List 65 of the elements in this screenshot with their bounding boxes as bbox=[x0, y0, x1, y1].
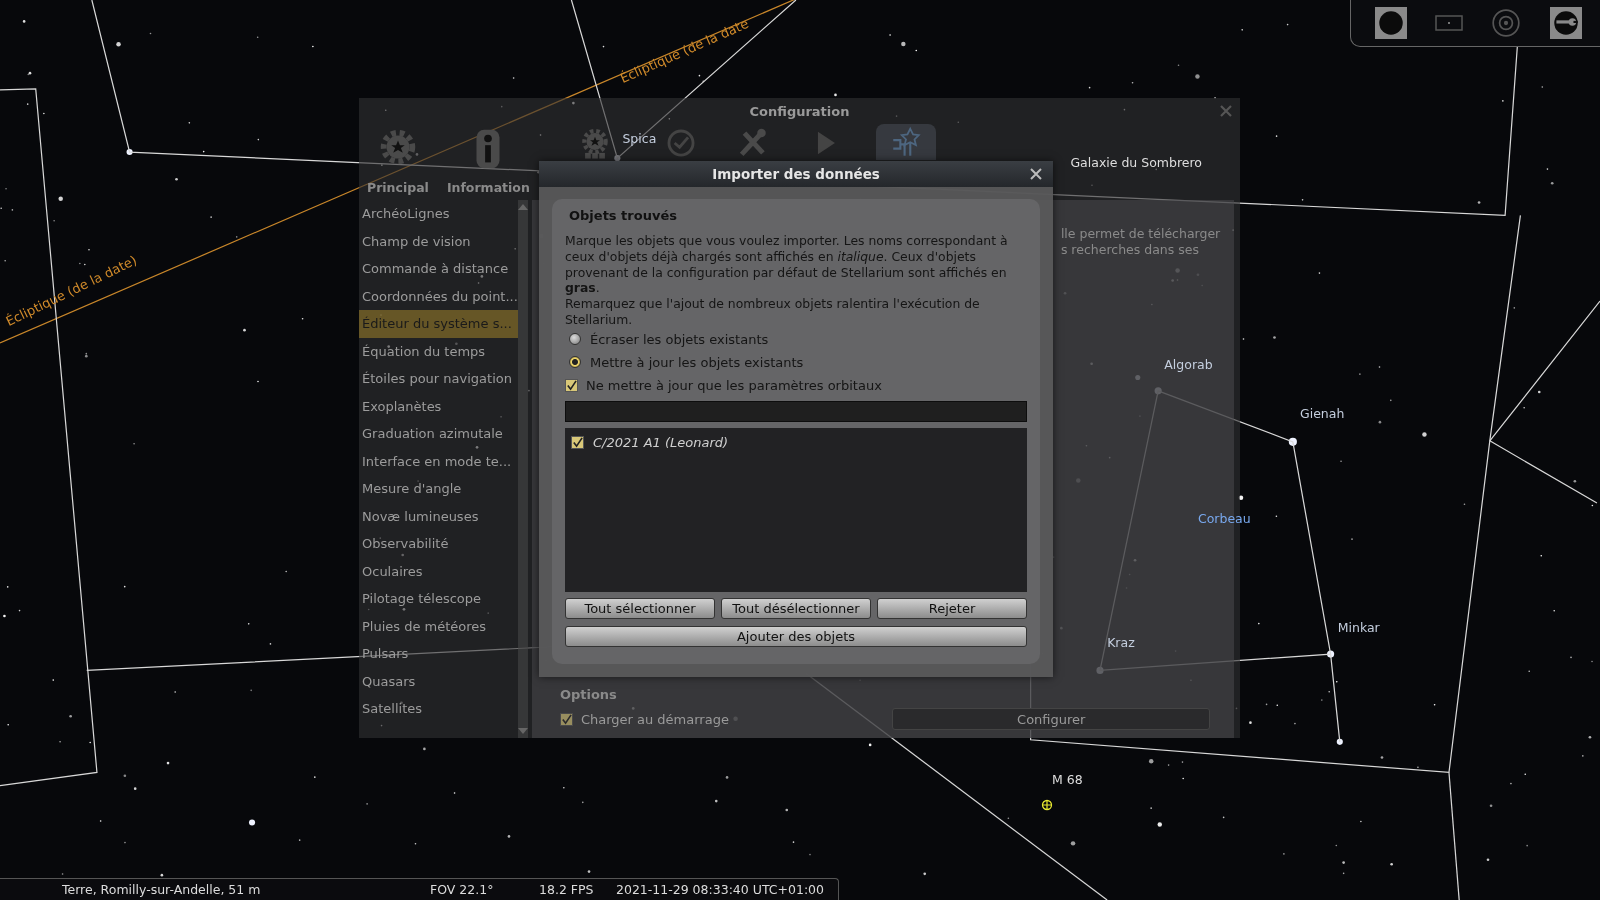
section-title: Objets trouvés bbox=[569, 208, 678, 223]
description-text: Marque les objets que vous voulez importer. Les noms correspondant à ceux d'objets déjà chargés sont affichés en italique. Ceux d'objets provenant de la configuration par défaut de Stellarium sont affichés en gras. bbox=[565, 233, 1009, 297]
sidebar-item[interactable]: ArchéoLignes bbox=[359, 200, 518, 228]
sidebar-item[interactable]: Graduation azimutale bbox=[359, 420, 518, 448]
sky-label: Algorab bbox=[1164, 357, 1213, 373]
action-button[interactable]: Rejeter bbox=[877, 597, 1027, 619]
checkbox[interactable] bbox=[571, 436, 584, 450]
sidebar-item[interactable]: Observabilité bbox=[359, 530, 518, 558]
sky-label: Spica bbox=[622, 130, 657, 146]
sky-label: M 68 bbox=[1052, 771, 1083, 787]
sidebar-item[interactable]: Étoiles pour navigation bbox=[359, 365, 518, 393]
add-objects-button[interactable]: Ajouter des objets bbox=[565, 625, 1027, 647]
settings-tab[interactable]: Principal bbox=[363, 124, 433, 195]
fps-text: 18.2 FPS bbox=[539, 882, 595, 897]
sky-label: Corbeau bbox=[1197, 510, 1251, 526]
checkbox[interactable] bbox=[559, 712, 573, 726]
window-title: Configuration bbox=[749, 103, 850, 119]
sidebar-item[interactable]: Pluies de météores bbox=[359, 612, 518, 640]
target-marker-icon bbox=[1041, 799, 1053, 811]
settings-tab[interactable]: Information bbox=[442, 124, 534, 195]
description-text: lle permet de télécharger bbox=[1060, 226, 1221, 241]
wrench-icon[interactable] bbox=[1550, 7, 1583, 39]
checkbox-label: Ne mettre à jour que les paramètres orbitaux bbox=[586, 377, 882, 393]
dialog-title: Importer des données bbox=[712, 166, 880, 182]
radio-button[interactable] bbox=[569, 333, 581, 346]
sky-label: Gienah bbox=[1300, 406, 1345, 422]
sidebar-item[interactable]: Mesure d'angle bbox=[359, 475, 518, 503]
down-arrow-icon[interactable] bbox=[517, 728, 528, 734]
scrollbar[interactable] bbox=[517, 200, 528, 738]
sidebar-item[interactable]: Quasars bbox=[359, 667, 518, 695]
search-field[interactable] bbox=[565, 400, 1027, 422]
sidebar-item[interactable]: Novæ lumineuses bbox=[359, 502, 518, 530]
sidebar-item[interactable]: Commande à distance bbox=[359, 255, 518, 283]
sidebar-item[interactable]: Satellites bbox=[359, 695, 518, 723]
sky-label: Minkar bbox=[1337, 619, 1380, 635]
sidebar-item[interactable]: Champ de vision bbox=[359, 227, 518, 255]
checkbox[interactable] bbox=[565, 378, 578, 392]
radio-label: Écraser les objets existants bbox=[590, 331, 769, 347]
object-name[interactable]: C/2021 A1 (Leonard) bbox=[593, 435, 729, 451]
description-text: s recherches dans ses bbox=[1060, 242, 1199, 257]
location-text: Terre, Romilly-sur-Andelle, 51 m bbox=[62, 882, 262, 897]
checkbox-label: Charger au démarrage bbox=[580, 711, 730, 727]
settings-tab[interactable] bbox=[875, 124, 936, 160]
sidebar-item[interactable]: Exoplanètes bbox=[359, 392, 518, 420]
rectangle-icon[interactable] bbox=[1434, 15, 1463, 31]
radio-button[interactable] bbox=[569, 356, 581, 369]
sidebar-item[interactable]: Pilotage télescope bbox=[359, 585, 518, 613]
sky-label: Kraz bbox=[1107, 635, 1135, 650]
up-arrow-icon[interactable] bbox=[517, 204, 528, 210]
close-icon[interactable] bbox=[1030, 168, 1042, 180]
notice-text: Remarquez que l'ajout de nombreux objets ralentira l'exécution de Stellarium. bbox=[565, 296, 981, 328]
radio-label: Mettre à jour les objets existants bbox=[590, 354, 804, 370]
sidebar-item[interactable]: Pulsars bbox=[359, 640, 518, 668]
action-button[interactable]: Tout sélectionner bbox=[565, 597, 715, 619]
section-title: Options bbox=[559, 687, 618, 702]
target-icon[interactable] bbox=[1490, 7, 1523, 39]
sidebar-item[interactable]: Oculaires bbox=[359, 557, 518, 585]
sky-label: Galaxie du Sombrero bbox=[1070, 155, 1202, 171]
configure-button[interactable]: Configurer bbox=[892, 708, 1211, 730]
sidebar-item[interactable]: Équation du temps bbox=[359, 337, 518, 365]
datetime-text: 2021-11-29 08:33:40 UTC+01:00 bbox=[616, 882, 824, 897]
fov-text: FOV 22.1° bbox=[430, 882, 495, 897]
action-button[interactable]: Tout désélectionner bbox=[721, 597, 871, 619]
sidebar-item[interactable]: Coordonnées du point... bbox=[359, 282, 518, 310]
sidebar-item[interactable]: Interface en mode te... bbox=[359, 447, 518, 475]
